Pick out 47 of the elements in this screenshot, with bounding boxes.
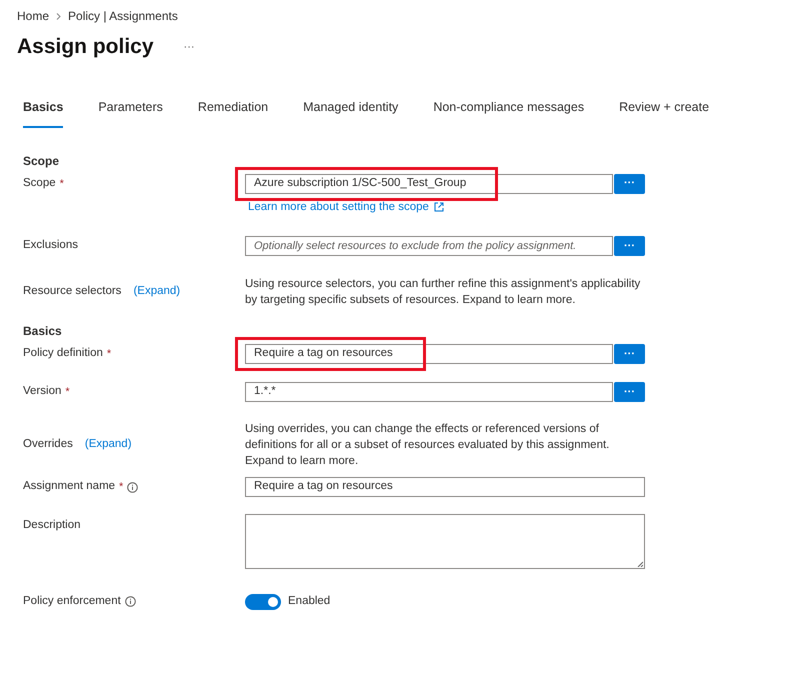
info-icon[interactable] xyxy=(127,482,138,492)
field-label: Description xyxy=(23,518,81,534)
input-field[interactable]: Azure subscription 1/SC-500_Test_Group xyxy=(245,174,613,194)
info-icon[interactable] xyxy=(124,596,136,608)
section-heading: Basics xyxy=(23,323,62,340)
field-label: Policy definition xyxy=(23,346,103,362)
external-link-icon xyxy=(434,202,444,212)
text-area[interactable] xyxy=(245,514,645,569)
tab[interactable]: Managed identity xyxy=(303,98,398,128)
tab[interactable]: Remediation xyxy=(198,98,268,128)
field-label: Policy enforcement xyxy=(23,594,121,609)
browse-button[interactable]: ··· xyxy=(614,174,645,194)
field-label: Resource selectors xyxy=(23,284,122,300)
tab[interactable]: Parameters xyxy=(98,98,163,128)
breadcrumb-link[interactable]: Home xyxy=(17,7,50,25)
toggle-switch[interactable] xyxy=(245,594,281,610)
field-label: Overrides xyxy=(23,437,73,452)
field-label: Scope xyxy=(23,176,56,192)
chevron-icon xyxy=(56,12,62,20)
field-label: Version xyxy=(23,384,62,400)
description-text: Using resource selectors, you can further refine this assignment's applicability by targeting specific subsets of resources. Expand to learn more. xyxy=(245,277,642,308)
field-label: Assignment name xyxy=(23,479,116,494)
breadcrumb-link[interactable]: Policy | Assignments xyxy=(68,7,178,25)
browse-button[interactable]: ··· xyxy=(614,344,645,364)
resize-handle-icon[interactable] xyxy=(637,561,643,567)
browse-button[interactable]: ··· xyxy=(614,236,645,256)
description-text: Using overrides, you can change the effects or referenced versions of definitions for all or a subset of resources evaluated by this assignment. Expand to learn more. xyxy=(245,422,610,469)
more-button[interactable]: ··· xyxy=(184,38,195,56)
page-title: Assign policy xyxy=(17,34,154,60)
tab[interactable]: Non-compliance messages xyxy=(433,98,584,128)
field-label: Exclusions xyxy=(23,238,78,254)
input-field[interactable]: Require a tag on resources xyxy=(245,477,645,497)
expand-link[interactable]: (Expand) xyxy=(133,283,180,301)
input-field[interactable]: Optionally select resources to exclude from the policy assignment. xyxy=(245,236,613,256)
learn-more-link[interactable]: Learn more about setting the scope xyxy=(248,198,645,216)
input-field[interactable]: 1.*.* xyxy=(245,382,613,402)
required-mark: * xyxy=(119,480,124,495)
tab[interactable]: Basics xyxy=(23,98,64,128)
input-field[interactable]: Require a tag on resources xyxy=(245,344,613,364)
tab[interactable]: Review + create xyxy=(619,98,710,128)
browse-button[interactable]: ··· xyxy=(614,382,645,402)
required-mark: * xyxy=(65,384,70,400)
required-mark: * xyxy=(106,346,112,362)
expand-link[interactable]: (Expand) xyxy=(84,436,132,454)
toggle-label: Enabled xyxy=(288,594,330,609)
section-heading: Scope xyxy=(23,152,60,170)
required-mark: * xyxy=(60,176,64,192)
